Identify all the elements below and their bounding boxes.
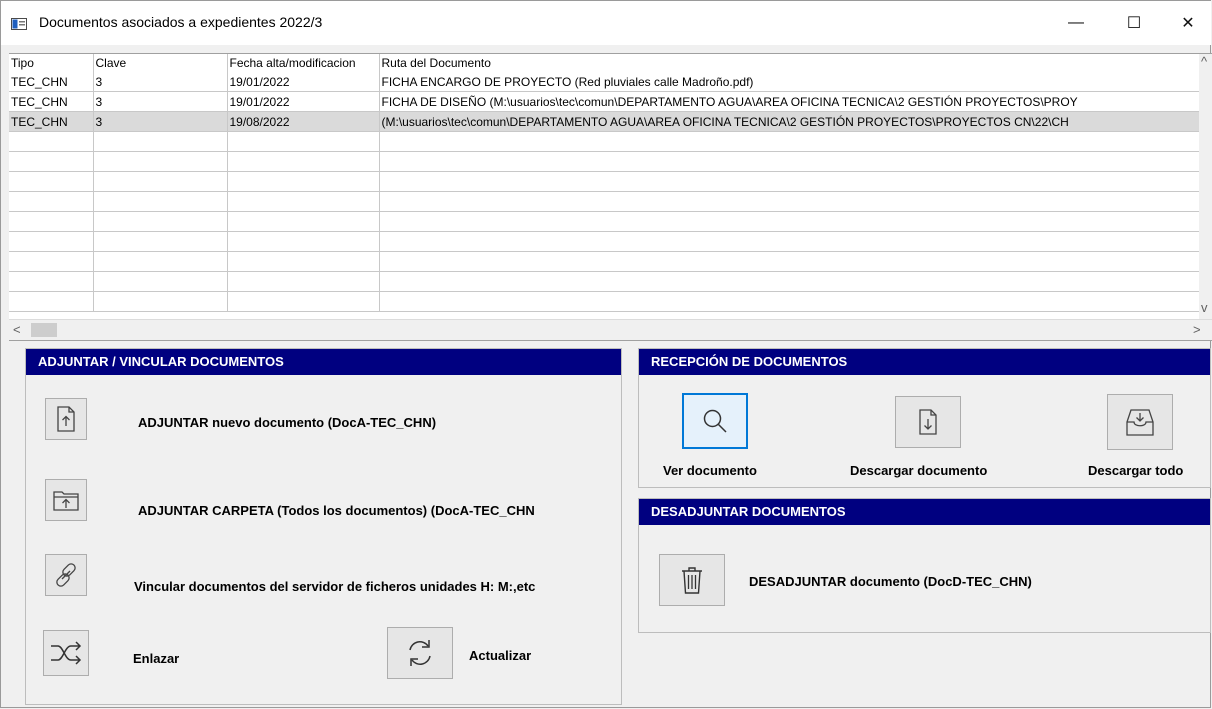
cell-clave: 3 bbox=[93, 111, 228, 132]
descargar-todo-label: Descargar todo bbox=[1088, 463, 1184, 478]
cell-tipo: TEC_CHN bbox=[9, 91, 94, 112]
desadjuntar-label: DESADJUNTAR documento (DocD-TEC_CHN) bbox=[749, 574, 1032, 589]
trash-icon bbox=[682, 567, 702, 594]
table-row-selected[interactable]: TEC_CHN 3 19/08/2022 (M:\usuarios\tec\co… bbox=[9, 111, 1200, 132]
folder-upload-icon bbox=[53, 491, 79, 511]
table-row[interactable]: TEC_CHN 3 19/01/2022 FICHA DE DISEÑO (M:… bbox=[9, 91, 1200, 112]
refresh-icon bbox=[409, 640, 431, 666]
empty-row bbox=[9, 231, 1200, 252]
window-app-icon bbox=[11, 18, 27, 30]
vincular-button[interactable] bbox=[45, 554, 87, 596]
adjuntar-panel: ADJUNTAR / VINCULAR DOCUMENTOS ADJUNTAR … bbox=[25, 348, 622, 705]
cell-ruta: FICHA DE DISEÑO (M:\usuarios\tec\comun\D… bbox=[379, 91, 1200, 112]
vincular-label: Vincular documentos del servidor de fich… bbox=[134, 579, 536, 594]
scroll-up-icon[interactable]: ^ bbox=[1201, 54, 1207, 69]
file-download-icon bbox=[919, 409, 937, 435]
desadjuntar-panel-header: DESADJUNTAR DOCUMENTOS bbox=[639, 499, 1210, 525]
adjuntar-carpeta-button[interactable] bbox=[45, 479, 87, 521]
tray-download-icon bbox=[1126, 409, 1154, 436]
actualizar-button[interactable] bbox=[387, 627, 453, 679]
table-header-row: Tipo Clave Fecha alta/modificacion Ruta … bbox=[9, 54, 1200, 72]
empty-row bbox=[9, 151, 1200, 172]
cell-fecha: 19/01/2022 bbox=[227, 91, 380, 112]
descargar-documento-label: Descargar documento bbox=[850, 463, 988, 478]
scroll-left-icon[interactable]: < bbox=[13, 322, 21, 337]
cell-fecha: 19/01/2022 bbox=[227, 72, 380, 92]
documents-table: Tipo Clave Fecha alta/modificacion Ruta … bbox=[9, 54, 1200, 312]
adjuntar-nuevo-button[interactable] bbox=[45, 398, 87, 440]
scroll-down-icon[interactable]: v bbox=[1201, 300, 1208, 315]
column-header-ruta[interactable]: Ruta del Documento bbox=[379, 54, 1200, 72]
cell-ruta: (M:\usuarios\tec\comun\DEPARTAMENTO AGUA… bbox=[379, 111, 1200, 132]
scroll-right-icon[interactable]: > bbox=[1193, 322, 1201, 337]
descargar-todo-button[interactable] bbox=[1107, 394, 1173, 450]
search-icon bbox=[703, 409, 727, 433]
cell-clave: 3 bbox=[93, 91, 228, 112]
cell-fecha: 19/08/2022 bbox=[227, 111, 380, 132]
maximize-button[interactable]: ☐ bbox=[1111, 1, 1157, 45]
empty-row bbox=[9, 191, 1200, 212]
file-upload-icon bbox=[57, 406, 75, 432]
recepcion-panel-header: RECEPCIÓN DE DOCUMENTOS bbox=[639, 349, 1210, 375]
cell-clave: 3 bbox=[93, 72, 228, 92]
adjuntar-carpeta-label: ADJUNTAR CARPETA (Todos los documentos) … bbox=[138, 503, 535, 518]
descargar-documento-button[interactable] bbox=[895, 396, 961, 448]
column-header-tipo[interactable]: Tipo bbox=[9, 54, 94, 72]
horizontal-scrollbar[interactable]: < > bbox=[9, 319, 1212, 340]
empty-row bbox=[9, 271, 1200, 292]
title-bar[interactable]: Documentos asociados a expedientes 2022/… bbox=[1, 1, 1211, 45]
shuffle-icon bbox=[51, 641, 82, 665]
scroll-thumb[interactable] bbox=[31, 323, 57, 337]
empty-row bbox=[9, 171, 1200, 192]
adjuntar-nuevo-label: ADJUNTAR nuevo documento (DocA-TEC_CHN) bbox=[138, 415, 437, 430]
empty-row bbox=[9, 251, 1200, 272]
desadjuntar-button[interactable] bbox=[659, 554, 725, 606]
close-button[interactable]: ✕ bbox=[1165, 1, 1211, 45]
column-header-fecha[interactable]: Fecha alta/modificacion bbox=[227, 54, 380, 72]
cell-tipo: TEC_CHN bbox=[9, 111, 94, 132]
recepcion-panel: RECEPCIÓN DE DOCUMENTOS Ver documento De… bbox=[638, 348, 1211, 488]
column-header-clave[interactable]: Clave bbox=[93, 54, 228, 72]
adjuntar-panel-header: ADJUNTAR / VINCULAR DOCUMENTOS bbox=[26, 349, 621, 375]
chain-link-icon bbox=[56, 563, 76, 587]
table-row[interactable]: TEC_CHN 3 19/01/2022 FICHA ENCARGO DE PR… bbox=[9, 72, 1200, 92]
desadjuntar-panel: DESADJUNTAR DOCUMENTOS DESADJUNTAR docum… bbox=[638, 498, 1211, 633]
empty-row bbox=[9, 291, 1200, 312]
enlazar-button[interactable] bbox=[43, 630, 89, 676]
ver-documento-button[interactable] bbox=[682, 393, 748, 449]
cell-tipo: TEC_CHN bbox=[9, 72, 94, 92]
main-window: Documentos asociados a expedientes 2022/… bbox=[0, 0, 1212, 708]
documents-grid[interactable]: Tipo Clave Fecha alta/modificacion Ruta … bbox=[9, 53, 1212, 341]
empty-row bbox=[9, 211, 1200, 232]
minimize-button[interactable]: — bbox=[1053, 1, 1099, 45]
window-title: Documentos asociados a expedientes 2022/… bbox=[39, 14, 323, 30]
vertical-scrollbar[interactable]: ^ v bbox=[1199, 54, 1212, 319]
empty-row bbox=[9, 131, 1200, 152]
enlazar-label: Enlazar bbox=[133, 651, 180, 666]
actualizar-label: Actualizar bbox=[469, 648, 532, 663]
cell-ruta: FICHA ENCARGO DE PROYECTO (Red pluviales… bbox=[379, 72, 1200, 92]
ver-documento-label: Ver documento bbox=[663, 463, 757, 478]
